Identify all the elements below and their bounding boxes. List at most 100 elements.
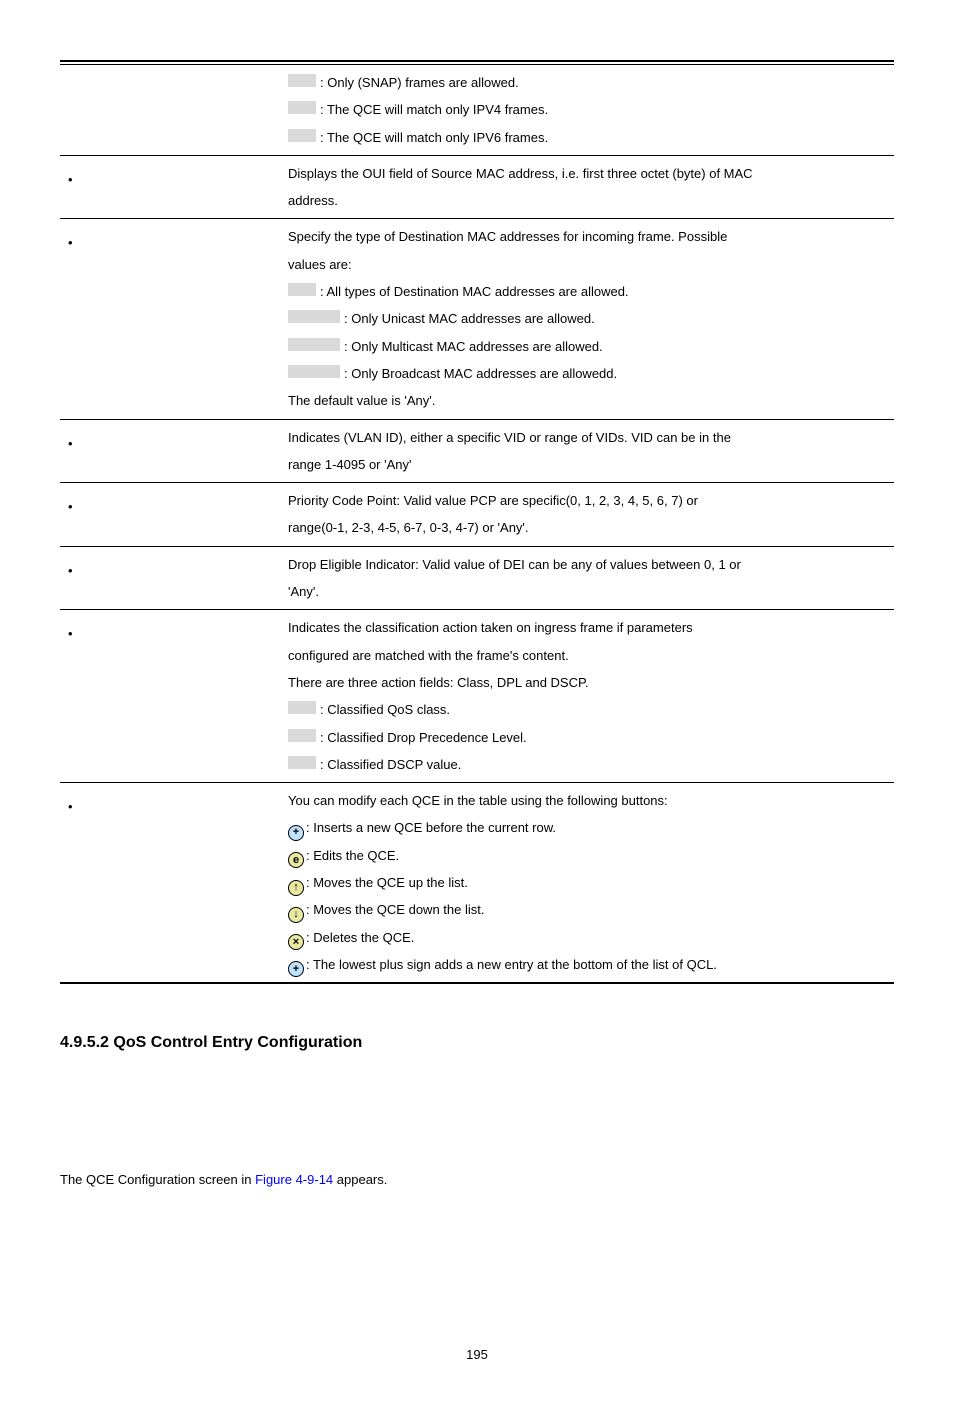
footer-prefix: The QCE Configuration screen in bbox=[60, 1172, 255, 1187]
down-icon: ↓ bbox=[288, 907, 304, 923]
bullet-icon: • bbox=[66, 160, 73, 193]
line: Indicates (VLAN ID), either a specific V… bbox=[288, 424, 888, 451]
page: : Only (SNAP) frames are allowed. : The Q… bbox=[0, 0, 954, 1402]
row-key-cell: • bbox=[60, 546, 282, 610]
line: Priority Code Point: Valid value PCP are… bbox=[288, 487, 888, 514]
row-value-cell: Indicates (VLAN ID), either a specific V… bbox=[282, 419, 894, 483]
bullet-icon: • bbox=[66, 614, 73, 647]
row-value-cell: Priority Code Point: Valid value PCP are… bbox=[282, 483, 894, 547]
placeholder-box bbox=[288, 701, 316, 714]
up-icon: ↑ bbox=[288, 880, 304, 896]
line: range 1-4095 or 'Any' bbox=[288, 451, 888, 478]
placeholder-box bbox=[288, 283, 316, 296]
line-text: : Only Broadcast MAC addresses are allow… bbox=[344, 366, 617, 381]
line: There are three action fields: Class, DP… bbox=[288, 669, 888, 696]
line-text: You can modify each QCE in the table usi… bbox=[288, 793, 668, 808]
line-text: : Only Unicast MAC addresses are allowed… bbox=[344, 311, 595, 326]
placeholder-box bbox=[288, 101, 316, 114]
del-icon: × bbox=[288, 934, 304, 950]
line-text: : The QCE will match only IPV6 frames. bbox=[320, 130, 548, 145]
footer-text: The QCE Configuration screen in Figure 4… bbox=[60, 1172, 894, 1187]
footer-suffix: appears. bbox=[333, 1172, 387, 1187]
row-key-cell: • bbox=[60, 783, 282, 984]
line: e: Edits the QCE. bbox=[288, 842, 888, 869]
line: : Classified DSCP value. bbox=[288, 751, 888, 778]
table-row: • Priority Code Point: Valid value PCP ar… bbox=[60, 483, 894, 547]
table-row: : Only (SNAP) frames are allowed. : The Q… bbox=[60, 65, 894, 156]
row-value-cell: : Only (SNAP) frames are allowed. : The Q… bbox=[282, 65, 894, 156]
table-row: • You can modify each QCE in the table us… bbox=[60, 783, 894, 984]
line-text: : The QCE will match only IPV4 frames. bbox=[320, 102, 548, 117]
line: The default value is 'Any'. bbox=[288, 387, 888, 414]
line-text: : Deletes the QCE. bbox=[306, 930, 414, 945]
line: Indicates the classification action take… bbox=[288, 614, 888, 641]
line-text: : Classified DSCP value. bbox=[320, 757, 461, 772]
line-text: : Inserts a new QCE before the current r… bbox=[306, 820, 556, 835]
line-text: : Moves the QCE up the list. bbox=[306, 875, 468, 890]
line-text: Specify the type of Destination MAC addr… bbox=[288, 229, 727, 244]
line: ×: Deletes the QCE. bbox=[288, 924, 888, 951]
plus-icon: + bbox=[288, 825, 304, 841]
line: +: Inserts a new QCE before the current … bbox=[288, 814, 888, 841]
line: : Only Multicast MAC addresses are allow… bbox=[288, 333, 888, 360]
bullet-icon: • bbox=[66, 424, 73, 457]
row-key-cell: • bbox=[60, 610, 282, 783]
line-text: : Only (SNAP) frames are allowed. bbox=[320, 75, 519, 90]
line: ↓: Moves the QCE down the list. bbox=[288, 896, 888, 923]
line: : The QCE will match only IPV4 frames. bbox=[288, 96, 888, 123]
page-number: 195 bbox=[60, 1347, 894, 1362]
table-row: • Indicates the classification action tak… bbox=[60, 610, 894, 783]
row-value-cell: Displays the OUI field of Source MAC add… bbox=[282, 155, 894, 219]
section-heading: 4.9.5.2 QoS Control Entry Configuration bbox=[60, 1034, 894, 1052]
line-text: : Classified Drop Precedence Level. bbox=[320, 730, 527, 745]
line-text: : Edits the QCE. bbox=[306, 848, 399, 863]
placeholder-box bbox=[288, 365, 340, 378]
row-value-cell: Specify the type of Destination MAC addr… bbox=[282, 219, 894, 419]
line: Specify the type of Destination MAC addr… bbox=[288, 223, 888, 250]
plus2-icon: + bbox=[288, 961, 304, 977]
row-key-cell bbox=[60, 65, 282, 156]
bullet-icon: • bbox=[66, 487, 73, 520]
line-text: Indicates the classification action take… bbox=[288, 620, 693, 635]
line-text: : The lowest plus sign adds a new entry … bbox=[306, 957, 717, 972]
line-text: : Only Multicast MAC addresses are allow… bbox=[344, 339, 603, 354]
line-text: Priority Code Point: Valid value PCP are… bbox=[288, 493, 698, 508]
placeholder-box bbox=[288, 310, 340, 323]
line: ↑: Moves the QCE up the list. bbox=[288, 869, 888, 896]
line: address. bbox=[288, 187, 888, 214]
line-text: 'Any'. bbox=[288, 584, 319, 599]
bullet-icon: • bbox=[66, 551, 73, 584]
line: : Only Broadcast MAC addresses are allow… bbox=[288, 360, 888, 387]
line-text: : All types of Destination MAC addresses… bbox=[320, 284, 629, 299]
line-text: range(0-1, 2-3, 4-5, 6-7, 0-3, 4-7) or '… bbox=[288, 520, 529, 535]
bullet-icon: • bbox=[66, 223, 73, 256]
line: You can modify each QCE in the table usi… bbox=[288, 787, 888, 814]
line-text: address. bbox=[288, 193, 338, 208]
line-text: The default value is 'Any'. bbox=[288, 393, 435, 408]
line-text: range 1-4095 or 'Any' bbox=[288, 457, 412, 472]
line-text: : Classified QoS class. bbox=[320, 702, 450, 717]
row-key-cell: • bbox=[60, 483, 282, 547]
row-value-cell: Indicates the classification action take… bbox=[282, 610, 894, 783]
line: range(0-1, 2-3, 4-5, 6-7, 0-3, 4-7) or '… bbox=[288, 514, 888, 541]
line: configured are matched with the frame's … bbox=[288, 642, 888, 669]
placeholder-box bbox=[288, 729, 316, 742]
line: : Classified QoS class. bbox=[288, 696, 888, 723]
line: Displays the OUI field of Source MAC add… bbox=[288, 160, 888, 187]
line-text: values are: bbox=[288, 257, 352, 272]
figure-link[interactable]: Figure 4-9-14 bbox=[255, 1172, 333, 1187]
line: Drop Eligible Indicator: Valid value of … bbox=[288, 551, 888, 578]
row-key-cell: • bbox=[60, 155, 282, 219]
line-text: Drop Eligible Indicator: Valid value of … bbox=[288, 557, 741, 572]
line: 'Any'. bbox=[288, 578, 888, 605]
line-text: There are three action fields: Class, DP… bbox=[288, 675, 589, 690]
table-row: • Indicates (VLAN ID), either a specific … bbox=[60, 419, 894, 483]
line: : All types of Destination MAC addresses… bbox=[288, 278, 888, 305]
edit-icon: e bbox=[288, 852, 304, 868]
table-row: • Drop Eligible Indicator: Valid value of… bbox=[60, 546, 894, 610]
line: +: The lowest plus sign adds a new entry… bbox=[288, 951, 888, 978]
line: : The QCE will match only IPV6 frames. bbox=[288, 124, 888, 151]
table-body: : Only (SNAP) frames are allowed. : The Q… bbox=[60, 65, 894, 984]
placeholder-box bbox=[288, 338, 340, 351]
line: : Classified Drop Precedence Level. bbox=[288, 724, 888, 751]
